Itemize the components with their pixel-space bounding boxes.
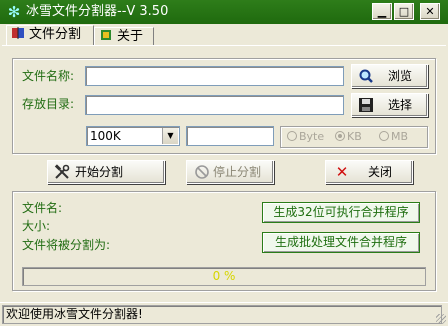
unit-kb-label: KB xyxy=(347,130,362,143)
progress-text: 0 % xyxy=(212,269,236,283)
split-size-select[interactable]: 100K ▼ xyxy=(86,126,180,146)
snowflake-icon: ✻ xyxy=(7,3,21,21)
stop-split-label: 停止分割 xyxy=(213,165,262,179)
split-file-icon xyxy=(11,26,25,40)
radio-checked-icon xyxy=(335,131,345,141)
tab-about-label: 关于 xyxy=(117,29,144,44)
close-button-label: 关闭 xyxy=(368,165,393,179)
progress-bar: 0 % xyxy=(22,267,426,286)
unit-mb-radio[interactable]: MB xyxy=(379,130,408,144)
stop-icon xyxy=(194,164,210,180)
close-x-icon: ✕ xyxy=(335,163,349,181)
unit-mb-label: MB xyxy=(391,130,409,143)
split-size-value: 100K xyxy=(90,129,121,143)
select-dir-button-label: 选择 xyxy=(388,98,413,112)
tab-file-split[interactable]: 文件分割 xyxy=(6,25,94,45)
chevron-down-icon[interactable]: ▼ xyxy=(162,128,178,144)
radio-icon xyxy=(379,131,389,141)
tools-icon xyxy=(54,164,70,180)
unit-byte-label: Byte xyxy=(299,130,325,143)
close-window-button[interactable]: ✕ xyxy=(420,3,440,20)
radio-icon xyxy=(287,131,297,141)
save-dir-label: 存放目录: xyxy=(22,97,75,111)
status-text: 欢迎使用冰雪文件分割器! xyxy=(2,305,442,324)
start-split-label: 开始分割 xyxy=(75,165,124,179)
file-name-label: 文件名称: xyxy=(22,69,75,83)
title-bar[interactable]: ✻ 冰雪文件分割器--V 3.50 ▁ □ ✕ xyxy=(0,0,448,24)
file-name-input[interactable] xyxy=(85,66,344,86)
gen-bat-merge-button[interactable]: 生成批处理文件合并程序 xyxy=(262,232,420,253)
magnifier-icon xyxy=(358,68,374,84)
unit-byte-radio[interactable]: Byte xyxy=(287,130,324,144)
save-dir-input[interactable] xyxy=(85,95,344,115)
window-title: 冰雪文件分割器--V 3.50 xyxy=(26,4,169,19)
about-icon xyxy=(99,28,113,42)
info-filename-label: 文件名: xyxy=(22,201,63,215)
app-window: ✻ 冰雪文件分割器--V 3.50 ▁ □ ✕ 文件分割 关于 文件名称: 浏览… xyxy=(0,0,448,326)
select-dir-button[interactable]: 选择 xyxy=(351,93,428,117)
minimize-button[interactable]: ▁ xyxy=(372,3,392,20)
size-unit-group: Byte KB MB xyxy=(280,126,428,148)
gen-exe-merge-button[interactable]: 生成32位可执行合并程序 xyxy=(262,202,420,223)
floppy-disk-icon xyxy=(358,97,374,113)
unit-kb-radio[interactable]: KB xyxy=(335,130,362,144)
tab-panel-border xyxy=(2,45,446,46)
start-split-button[interactable]: 开始分割 xyxy=(47,160,165,184)
browse-button[interactable]: 浏览 xyxy=(351,64,428,88)
maximize-button[interactable]: □ xyxy=(394,3,414,20)
tab-about[interactable]: 关于 xyxy=(94,27,154,45)
resize-grip-icon[interactable] xyxy=(436,314,446,324)
custom-size-input[interactable] xyxy=(186,126,274,146)
close-button[interactable]: ✕ 关闭 xyxy=(325,160,413,184)
stop-split-button[interactable]: 停止分割 xyxy=(186,160,274,184)
status-bar: 欢迎使用冰雪文件分割器! xyxy=(0,302,448,326)
tab-file-split-label: 文件分割 xyxy=(29,27,82,42)
browse-button-label: 浏览 xyxy=(388,69,413,83)
info-parts-label: 文件将被分割为: xyxy=(22,238,111,252)
info-size-label: 大小: xyxy=(22,219,51,233)
